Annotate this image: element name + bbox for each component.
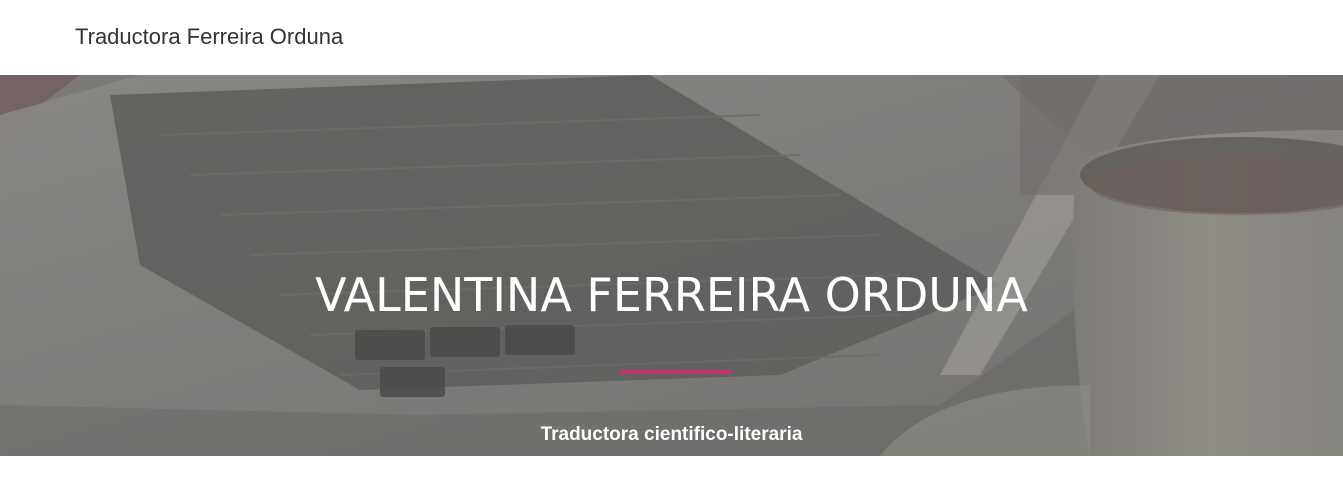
site-header: Traductora Ferreira Orduna: [0, 0, 1343, 75]
hero-section: VALENTINA FERREIRA ORDUNA Traductora cie…: [0, 75, 1343, 456]
hero-divider: [619, 369, 731, 374]
site-brand-link[interactable]: Traductora Ferreira Orduna: [75, 24, 343, 50]
hero-subtitle: Traductora cientifico-literaria: [540, 424, 803, 445]
page-content-area: [0, 456, 1343, 480]
hero-title: VALENTINA FERREIRA ORDUNA: [315, 268, 1028, 322]
